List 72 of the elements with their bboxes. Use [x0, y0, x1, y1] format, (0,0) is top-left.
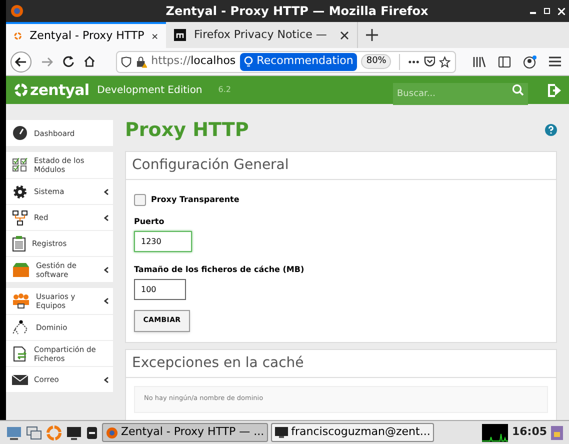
shield-icon[interactable]: [121, 56, 132, 68]
search-icon[interactable]: [512, 84, 524, 96]
zoom-level-button[interactable]: 80%: [361, 54, 392, 70]
clock: 16:05: [512, 424, 547, 440]
gear-icon: [12, 184, 28, 200]
close-tab-icon[interactable]: [152, 32, 158, 40]
menu-icon[interactable]: [549, 56, 561, 67]
panel-title: Excepciones en la caché: [126, 350, 556, 378]
minimize-icon[interactable]: [530, 12, 536, 14]
address-bar[interactable]: https://localhos Recommendation 80%: [116, 50, 456, 72]
lock-icon[interactable]: [136, 56, 148, 68]
network-icon: [12, 210, 28, 226]
star-icon[interactable]: [439, 56, 452, 68]
firefox-icon: [10, 4, 24, 18]
chevron-left-icon: [104, 188, 109, 194]
lightbulb-icon: [244, 56, 253, 68]
edition-label: Development Edition: [97, 84, 202, 98]
zentyal-icon: [14, 30, 22, 42]
m-tile-icon: [174, 29, 186, 41]
clipboard-icon: [12, 236, 26, 252]
restore-icon[interactable]: [544, 8, 550, 14]
logo-icon: [14, 83, 28, 97]
chevron-left-icon: [104, 376, 109, 382]
window-title: Zentyal - Proxy HTTP — Mozilla Firefox: [166, 3, 428, 20]
chevron-left-icon: [104, 266, 109, 272]
library-icon[interactable]: [473, 56, 486, 68]
box-icon: [12, 262, 30, 278]
url-text: https://localhos: [151, 53, 236, 70]
chevron-left-icon: [104, 298, 109, 304]
file-share-icon: [12, 346, 28, 362]
recommendation-button[interactable]: Recommendation: [240, 52, 358, 70]
terminal-icon: [275, 427, 288, 438]
page-title: Proxy HTTP: [125, 118, 249, 143]
zentyal-logo: zentyal: [14, 78, 90, 102]
monitor-icon[interactable]: [66, 426, 82, 440]
pocket-icon[interactable]: [424, 56, 436, 67]
users-icon: [12, 293, 30, 309]
logout-icon[interactable]: [548, 84, 561, 96]
chevron-left-icon: [104, 214, 109, 220]
back-icon[interactable]: [10, 50, 32, 72]
tree-icon: [12, 320, 30, 336]
drive-icon[interactable]: [86, 426, 98, 440]
gauge-icon: [12, 125, 28, 141]
panel-title: Configuración General: [126, 152, 556, 180]
desktop-icon[interactable]: [6, 426, 22, 440]
input-field[interactable]: 1230: [134, 230, 192, 252]
field-label: Tamaño de los ficheros de cáche (MB): [134, 264, 306, 276]
windows-icon[interactable]: [26, 426, 42, 440]
version-label: 6.2: [218, 84, 232, 96]
checkbox[interactable]: [134, 194, 146, 206]
search-field[interactable]: Buscar...: [393, 83, 528, 105]
account-icon[interactable]: [523, 54, 537, 68]
close-icon[interactable]: [558, 8, 565, 14]
lock-screen-icon[interactable]: [551, 426, 563, 440]
checklist-icon: [12, 158, 28, 172]
field-label: Puerto: [134, 216, 166, 228]
checkbox-label: Proxy Transparente: [151, 194, 240, 206]
reload-icon[interactable]: [62, 55, 75, 68]
envelope-icon: [12, 374, 28, 386]
taskbar-button[interactable]: Zentyal - Proxy HTTP — ...: [102, 423, 268, 442]
new-tab-icon[interactable]: [366, 29, 378, 41]
forward-icon[interactable]: [40, 54, 54, 68]
sidebar-icon[interactable]: [498, 56, 511, 68]
firefox-icon: [106, 426, 118, 438]
close-tab-icon[interactable]: [340, 30, 349, 40]
cpu-graph-icon: [482, 424, 508, 442]
help-icon[interactable]: [545, 124, 557, 136]
more-icon[interactable]: [408, 60, 420, 64]
home-icon[interactable]: [83, 55, 96, 68]
browser-tab[interactable]: Zentyal - Proxy HTTP: [6, 22, 166, 48]
input-field[interactable]: 100: [134, 278, 186, 300]
taskbar-button[interactable]: franciscoguzman@zent...: [271, 423, 434, 442]
